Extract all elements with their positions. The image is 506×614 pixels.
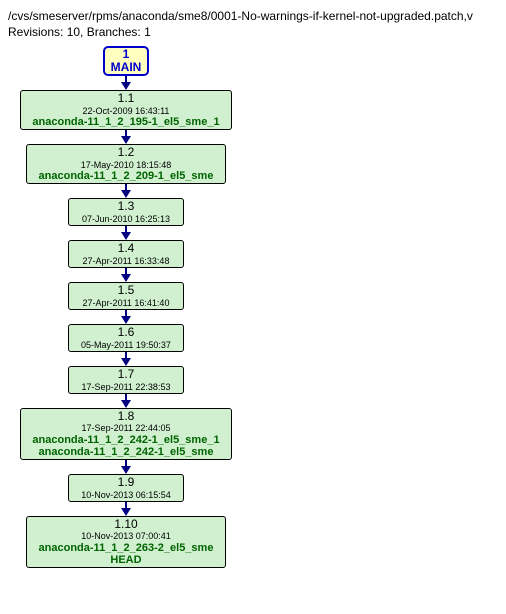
revision-node: 1.4 27-Apr-2011 16:33:48 (68, 240, 184, 268)
revision-tag: anaconda-11_1_2_242-1_el5_sme (39, 446, 214, 459)
header: /cvs/smeserver/rpms/anaconda/sme8/0001-N… (8, 8, 498, 40)
revision-node: 1.6 05-May-2011 19:50:37 (68, 324, 184, 352)
revision-date: 10-Nov-2013 06:15:54 (81, 490, 171, 500)
revision-node: 1.5 27-Apr-2011 16:41:40 (68, 282, 184, 310)
revision-number: 1.2 (118, 146, 135, 160)
revision-number: 1.9 (118, 476, 135, 490)
arrow (121, 130, 131, 144)
revision-number: 1.7 (118, 368, 135, 382)
arrow (121, 352, 131, 366)
revision-date: 10-Nov-2013 07:00:41 (81, 531, 171, 541)
revision-date: 27-Apr-2011 16:33:48 (83, 256, 170, 266)
arrow (121, 184, 131, 198)
repo-path: /cvs/smeserver/rpms/anaconda/sme8/0001-N… (8, 9, 473, 23)
revision-graph: 1 MAIN 1.1 22-Oct-2009 16:43:11 anaconda… (8, 46, 498, 606)
revision-node: 1.2 17-May-2010 18:15:48 anaconda-11_1_2… (26, 144, 226, 184)
revision-date: 05-May-2011 19:50:37 (81, 340, 171, 350)
revision-number: 1.1 (118, 92, 135, 106)
revision-number: 1.6 (118, 326, 135, 340)
revision-node: 1.7 17-Sep-2011 22:38:53 (68, 366, 184, 394)
arrow (121, 310, 131, 324)
revision-node: 1.10 10-Nov-2013 07:00:41 anaconda-11_1_… (26, 516, 226, 568)
revision-tag: anaconda-11_1_2_209-1_el5_sme (39, 170, 214, 183)
revision-date: 07-Jun-2010 16:25:13 (82, 214, 170, 224)
revision-number: 1.10 (114, 518, 137, 532)
revision-date: 17-May-2010 18:15:48 (81, 160, 172, 170)
arrow (121, 76, 131, 90)
revision-number: 1.3 (118, 200, 135, 214)
revision-number: 1.5 (118, 284, 135, 298)
branch-name: MAIN (111, 61, 142, 75)
arrow (121, 394, 131, 408)
revision-date: 17-Sep-2011 22:38:53 (82, 382, 171, 392)
revision-date: 27-Apr-2011 16:41:40 (83, 298, 170, 308)
arrow (121, 268, 131, 282)
revision-number: 1.8 (118, 410, 135, 424)
revision-node: 1.8 17-Sep-2011 22:44:05 anaconda-11_1_2… (20, 408, 232, 460)
revision-node: 1.1 22-Oct-2009 16:43:11 anaconda-11_1_2… (20, 90, 232, 130)
revision-tag: HEAD (110, 554, 141, 567)
revision-tag: anaconda-11_1_2_263-2_el5_sme (39, 542, 214, 555)
revision-node: 1.3 07-Jun-2010 16:25:13 (68, 198, 184, 226)
arrow (121, 460, 131, 474)
branch-node-main: 1 MAIN (103, 46, 149, 76)
revision-node: 1.9 10-Nov-2013 06:15:54 (68, 474, 184, 502)
arrow (121, 226, 131, 240)
revision-tag: anaconda-11_1_2_195-1_el5_sme_1 (32, 116, 219, 129)
repo-stats: Revisions: 10, Branches: 1 (8, 25, 151, 39)
branch-number: 1 (123, 48, 130, 62)
revision-date: 22-Oct-2009 16:43:11 (83, 106, 170, 116)
arrow (121, 502, 131, 516)
revision-tag: anaconda-11_1_2_242-1_el5_sme_1 (32, 434, 219, 447)
revision-date: 17-Sep-2011 22:44:05 (82, 423, 171, 433)
revision-number: 1.4 (118, 242, 135, 256)
